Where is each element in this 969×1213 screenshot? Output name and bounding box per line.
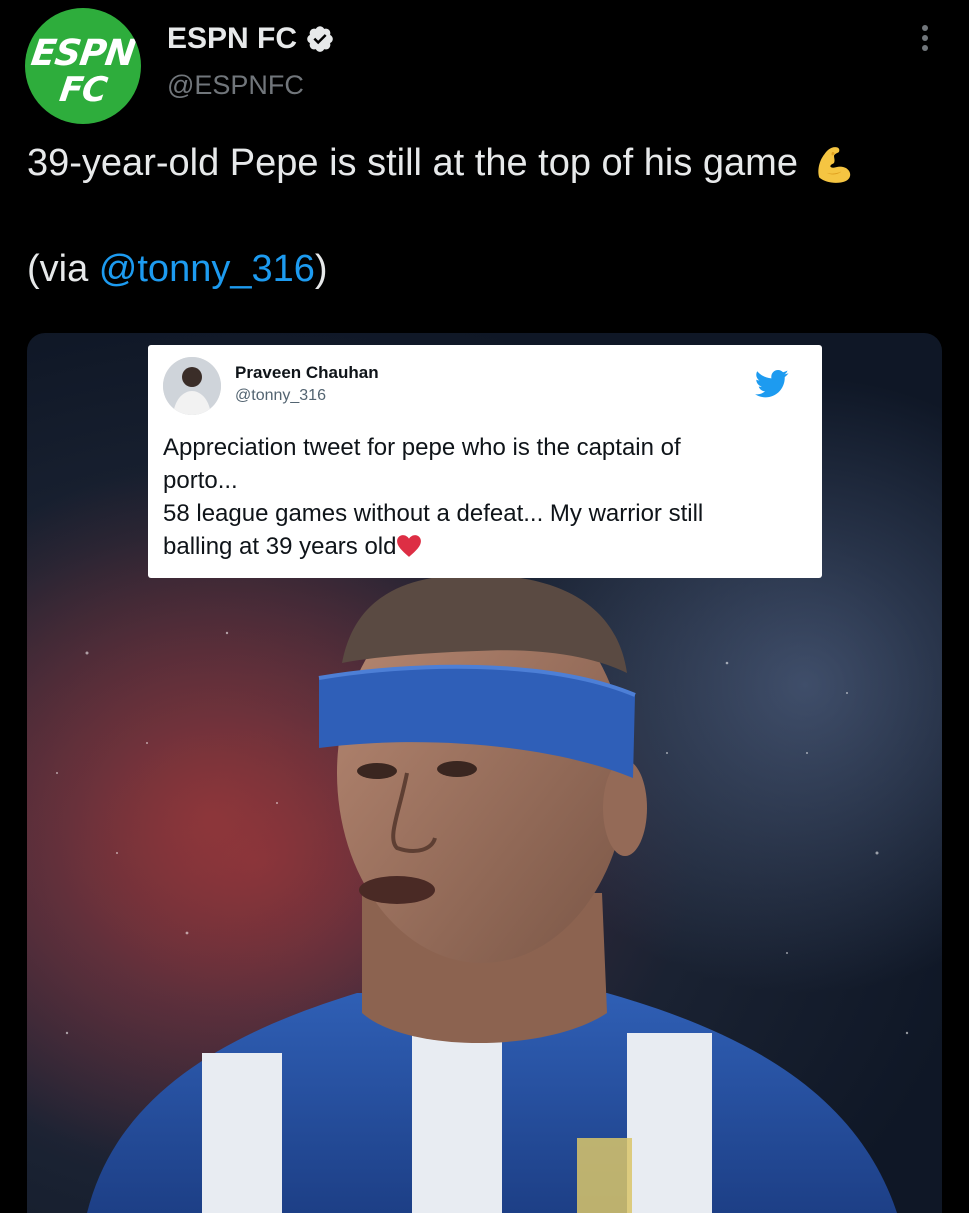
account-name-row: ESPN FC: [167, 22, 335, 56]
tweet-main-text: 39-year-old Pepe is still at the top of …: [27, 142, 798, 184]
account-avatar[interactable]: ESPN FC: [25, 8, 141, 124]
embedded-tweet-line4: balling at 39 years old: [163, 533, 397, 560]
tweet-text: 39-year-old Pepe is still at the top of …: [27, 138, 947, 294]
embedded-tweet-text: Appreciation tweet for pepe who is the c…: [163, 431, 813, 563]
tweet-via-line: (via @tonny_316): [27, 244, 947, 294]
twitter-bird-icon: [755, 369, 789, 398]
embedded-tweet-line1: Appreciation tweet for pepe who is the c…: [163, 434, 681, 461]
flexed-biceps-icon: [818, 147, 851, 183]
tweet-header: ESPN FC ESPN FC @ESPNFC: [0, 0, 969, 130]
embedded-tweet-handle: @tonny_316: [235, 387, 326, 404]
via-suffix: ): [314, 248, 328, 290]
embedded-tweet-line3: 58 league games without a defeat... My w…: [163, 500, 704, 527]
red-heart-icon: [397, 535, 422, 557]
account-name[interactable]: ESPN FC: [167, 22, 297, 56]
verified-badge-icon: [307, 26, 333, 52]
embedded-tweet-line4-row: balling at 39 years old: [163, 530, 813, 563]
via-mention-link[interactable]: @tonny_316: [99, 248, 315, 290]
account-handle[interactable]: @ESPNFC: [167, 70, 304, 101]
more-options-icon[interactable]: [915, 22, 935, 58]
embedded-tweet-line2: porto...: [163, 467, 238, 494]
logo-text-fc: FC: [57, 70, 109, 110]
logo-text-espn: ESPN: [28, 33, 138, 74]
embedded-tweet-avatar: [163, 357, 221, 415]
tweet-text-line1: 39-year-old Pepe is still at the top of …: [27, 138, 947, 188]
via-prefix: (via: [27, 248, 99, 290]
embedded-tweet-card: Praveen Chauhan @tonny_316 Appreciation …: [148, 345, 822, 578]
embedded-tweet-name: Praveen Chauhan: [235, 363, 379, 382]
